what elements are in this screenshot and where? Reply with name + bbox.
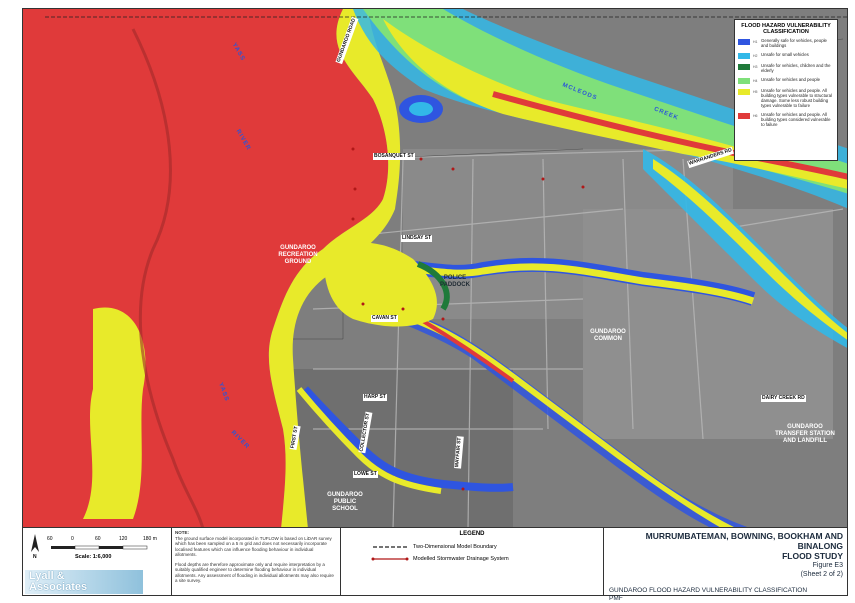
legend-row: H4 Unsafe for vehicles and people (738, 77, 834, 84)
public-school-label: GUNDAROO PUBLIC SCHOOL (327, 492, 363, 512)
road-label: LINDSAY ST (401, 235, 433, 242)
legend-row: H2 Unsafe for small vehicles (738, 52, 834, 59)
legend-swatch (738, 39, 750, 45)
road-label: DAIRY CREEK RD (761, 395, 806, 402)
legend-description: Unsafe for small vehicles (761, 52, 809, 57)
figure-title: GUNDAROO FLOOD HAZARD VULNERABILITY CLAS… (609, 587, 808, 594)
scale-tick-label: 180 m (143, 536, 157, 542)
legend-swatch (738, 113, 750, 119)
legend-code: H1 (753, 40, 758, 44)
north-arrow-icon (31, 534, 39, 552)
figure-number: Figure E3 (812, 562, 843, 569)
scale-tick-label: 60 (95, 536, 101, 542)
legend-swatch (738, 78, 750, 84)
legend-row: H3 Unsafe for vehicles, children and the … (738, 63, 834, 73)
scenario-label: PMF (609, 595, 623, 602)
legend-code: H2 (753, 54, 758, 58)
gundaroo-common-label: GUNDAROO COMMON (590, 329, 626, 342)
study-subtitle: FLOOD STUDY (782, 551, 843, 561)
road-label: HARP ST (363, 394, 387, 401)
logo-line2: Associates (29, 581, 88, 593)
sheet-number: (Sheet 2 of 2) (800, 571, 843, 578)
legend-title: FLOOD HAZARD VULNERABILITY CLASSIFICATIO… (741, 23, 831, 35)
road-label: CAVAN ST (371, 315, 398, 322)
study-title: MURRUMBATEMAN, BOWNING, BOOKHAM AND BINA… (645, 531, 843, 551)
note-paragraph-2: Flood depths are therefore approximate o… (175, 561, 334, 584)
footer-legend: LEGEND Two-Dimensional Model Boundary Mo… (341, 528, 604, 595)
legend-row: H5 Unsafe for vehicles and people. All bu… (738, 88, 834, 108)
company-logo: Lyall & Associates (25, 570, 143, 594)
legend-code: H4 (753, 79, 758, 83)
legend-description: Unsafe for vehicles and people. All buil… (761, 88, 832, 108)
recreation-ground-label: GUNDAROO RECREATION GROUND (278, 245, 318, 265)
legend-description: Unsafe for vehicles, children and the el… (761, 63, 831, 73)
title-block: MURRUMBATEMAN, BOWNING, BOOKHAM AND BINA… (603, 528, 849, 602)
note-box: NOTE: The ground surface model incorpora… (171, 528, 341, 595)
flood-map-graphic (23, 9, 847, 527)
map-sheet: YASS RIVER YASS RIVER MCLEODS CREEK GUND… (0, 0, 855, 602)
legend-symbols (371, 546, 409, 561)
north-label: N (33, 554, 37, 560)
legend-description: Generally safe for vehicles, people and … (761, 38, 827, 48)
map-area[interactable]: YASS RIVER YASS RIVER MCLEODS CREEK GUND… (22, 8, 848, 528)
scale-graphic (31, 534, 148, 552)
scale-tick-label: 120 (119, 536, 128, 542)
note-paragraph-1: The ground surface model incorporated in… (175, 535, 332, 558)
legend-item-boundary: Two-Dimensional Model Boundary (413, 544, 497, 550)
road-label: BOSANQUET ST (373, 153, 415, 160)
scale-tick-label: 0 (71, 536, 74, 542)
transfer-station-label: GUNDAROO TRANSFER STATION AND LANDFILL (775, 424, 835, 444)
footer-legend-heading: LEGEND (459, 531, 485, 537)
legend-description: Unsafe for vehicles and people. All buil… (761, 112, 831, 127)
legend-code: H6 (753, 114, 758, 118)
scale-box: N 60 0 60 120 180 m Scale: 1:6,000 Lyall & A… (23, 528, 172, 595)
scale-tick-label: 60 (47, 536, 53, 542)
legend-row: H1 Generally safe for vehicles, people an… (738, 38, 834, 48)
legend-description: Unsafe for vehicles and people (761, 77, 821, 82)
legend-swatch (738, 53, 750, 59)
road-label: LOWE ST (353, 471, 378, 478)
hazard-legend: FLOOD HAZARD VULNERABILITY CLASSIFICATIO… (734, 19, 838, 161)
scale-ticks: 60 0 60 120 180 m (47, 536, 167, 544)
map-footer: N 60 0 60 120 180 m Scale: 1:6,000 Lyall & A… (22, 528, 849, 602)
legend-code: H3 (753, 65, 758, 69)
legend-items: H1 Generally safe for vehicles, people an… (738, 38, 834, 127)
legend-row: H6 Unsafe for vehicles and people. All bu… (738, 112, 834, 127)
scale-text: Scale: 1:6,000 (75, 554, 112, 560)
legend-item-drainage: Modelled Stormwater Drainage System (413, 556, 509, 562)
legend-code: H5 (753, 90, 758, 94)
legend-swatch (738, 89, 750, 95)
police-paddock-label: POLICE PADDOCK (440, 275, 470, 288)
legend-swatch (738, 64, 750, 70)
